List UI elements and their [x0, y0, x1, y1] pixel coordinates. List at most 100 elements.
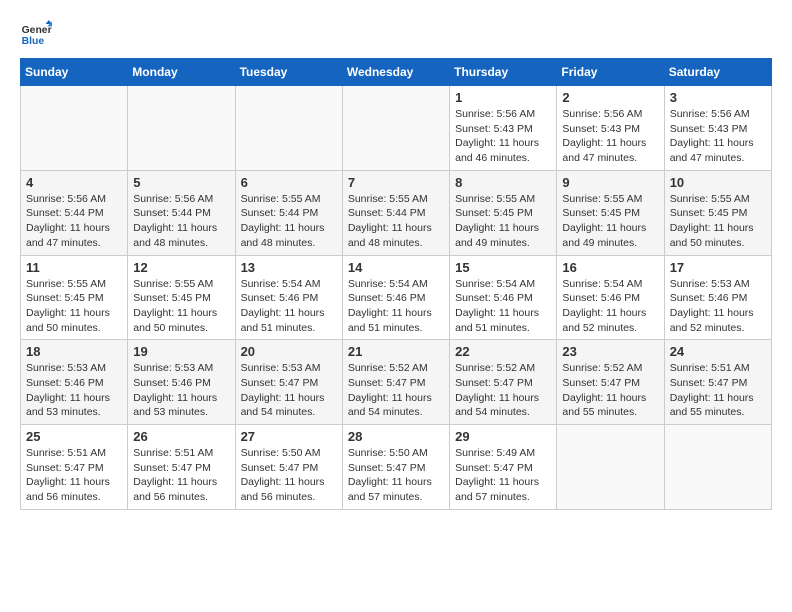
calendar-week-row: 11 Sunrise: 5:55 AMSunset: 5:45 PMDayligh… [21, 255, 772, 340]
day-number: 22 [455, 344, 551, 359]
calendar-cell: 17 Sunrise: 5:53 AMSunset: 5:46 PMDayligh… [664, 255, 771, 340]
calendar-week-row: 18 Sunrise: 5:53 AMSunset: 5:46 PMDayligh… [21, 340, 772, 425]
day-header-thursday: Thursday [450, 59, 557, 86]
calendar-cell: 29Sunrise: 5:49 AMSunset: 5:47 PMDayligh… [450, 425, 557, 510]
day-header-saturday: Saturday [664, 59, 771, 86]
day-number: 11 [26, 260, 122, 275]
calendar-cell: 23 Sunrise: 5:52 AMSunset: 5:47 PMDayligh… [557, 340, 664, 425]
calendar-cell: 25 Sunrise: 5:51 AMSunset: 5:47 PMDayligh… [21, 425, 128, 510]
day-number: 13 [241, 260, 337, 275]
day-info: Sunrise: 5:55 AMSunset: 5:45 PMDaylight:… [455, 192, 551, 251]
day-number: 6 [241, 175, 337, 190]
svg-text:Blue: Blue [22, 36, 45, 47]
day-info: Sunrise: 5:54 AMSunset: 5:46 PMDaylight:… [562, 277, 658, 336]
day-info: Sunrise: 5:52 AMSunset: 5:47 PMDaylight:… [348, 361, 444, 420]
calendar-cell [21, 86, 128, 171]
day-info: Sunrise: 5:49 AMSunset: 5:47 PMDaylight:… [455, 446, 551, 505]
day-info: Sunrise: 5:55 AMSunset: 5:45 PMDaylight:… [133, 277, 229, 336]
svg-text:General: General [22, 25, 52, 36]
day-info: Sunrise: 5:53 AMSunset: 5:46 PMDaylight:… [670, 277, 766, 336]
calendar-week-row: 25 Sunrise: 5:51 AMSunset: 5:47 PMDayligh… [21, 425, 772, 510]
calendar-cell: 9 Sunrise: 5:55 AMSunset: 5:45 PMDaylight… [557, 170, 664, 255]
day-info: Sunrise: 5:55 AMSunset: 5:45 PMDaylight:… [562, 192, 658, 251]
day-info: Sunrise: 5:51 AMSunset: 5:47 PMDaylight:… [26, 446, 122, 505]
day-info: Sunrise: 5:55 AMSunset: 5:44 PMDaylight:… [241, 192, 337, 251]
day-info: Sunrise: 5:52 AMSunset: 5:47 PMDaylight:… [562, 361, 658, 420]
day-info: Sunrise: 5:51 AMSunset: 5:47 PMDaylight:… [133, 446, 229, 505]
calendar-cell: 5 Sunrise: 5:56 AMSunset: 5:44 PMDaylight… [128, 170, 235, 255]
day-header-wednesday: Wednesday [342, 59, 449, 86]
calendar-cell: 10 Sunrise: 5:55 AMSunset: 5:45 PMDayligh… [664, 170, 771, 255]
day-number: 24 [670, 344, 766, 359]
day-info: Sunrise: 5:53 AMSunset: 5:46 PMDaylight:… [133, 361, 229, 420]
calendar-cell: 4 Sunrise: 5:56 AMSunset: 5:44 PMDaylight… [21, 170, 128, 255]
day-number: 16 [562, 260, 658, 275]
day-number: 12 [133, 260, 229, 275]
day-number: 3 [670, 90, 766, 105]
calendar-cell: 1Sunrise: 5:56 AMSunset: 5:43 PMDaylight… [450, 86, 557, 171]
calendar-cell: 15 Sunrise: 5:54 AMSunset: 5:46 PMDayligh… [450, 255, 557, 340]
day-info: Sunrise: 5:55 AMSunset: 5:45 PMDaylight:… [670, 192, 766, 251]
calendar-cell: 3 Sunrise: 5:56 AMSunset: 5:43 PMDaylight… [664, 86, 771, 171]
day-number: 9 [562, 175, 658, 190]
calendar-week-row: 4 Sunrise: 5:56 AMSunset: 5:44 PMDaylight… [21, 170, 772, 255]
calendar-cell: 7 Sunrise: 5:55 AMSunset: 5:44 PMDaylight… [342, 170, 449, 255]
day-number: 2 [562, 90, 658, 105]
day-number: 15 [455, 260, 551, 275]
calendar-cell: 11Sunrise: 5:55 AMSunset: 5:45 PMDayligh… [21, 255, 128, 340]
day-number: 27 [241, 429, 337, 444]
day-info: Sunrise: 5:53 AMSunset: 5:47 PMDaylight:… [241, 361, 337, 420]
day-number: 4 [26, 175, 122, 190]
calendar-cell: 28Sunrise: 5:50 AMSunset: 5:47 PMDayligh… [342, 425, 449, 510]
calendar-header-row: SundayMondayTuesdayWednesdayThursdayFrid… [21, 59, 772, 86]
calendar-cell [235, 86, 342, 171]
calendar-cell [557, 425, 664, 510]
day-number: 23 [562, 344, 658, 359]
calendar-cell: 24 Sunrise: 5:51 AMSunset: 5:47 PMDayligh… [664, 340, 771, 425]
day-number: 10 [670, 175, 766, 190]
day-info: Sunrise: 5:55 AMSunset: 5:44 PMDaylight:… [348, 192, 444, 251]
day-number: 28 [348, 429, 444, 444]
day-info: Sunrise: 5:54 AMSunset: 5:46 PMDaylight:… [241, 277, 337, 336]
day-info: Sunrise: 5:56 AMSunset: 5:44 PMDaylight:… [26, 192, 122, 251]
day-number: 25 [26, 429, 122, 444]
day-header-tuesday: Tuesday [235, 59, 342, 86]
day-number: 19 [133, 344, 229, 359]
calendar-cell: 8 Sunrise: 5:55 AMSunset: 5:45 PMDaylight… [450, 170, 557, 255]
day-number: 21 [348, 344, 444, 359]
calendar-cell: 20 Sunrise: 5:53 AMSunset: 5:47 PMDayligh… [235, 340, 342, 425]
day-number: 18 [26, 344, 122, 359]
day-info: Sunrise: 5:51 AMSunset: 5:47 PMDaylight:… [670, 361, 766, 420]
calendar-week-row: 1Sunrise: 5:56 AMSunset: 5:43 PMDaylight… [21, 86, 772, 171]
day-header-friday: Friday [557, 59, 664, 86]
calendar-cell: 19 Sunrise: 5:53 AMSunset: 5:46 PMDayligh… [128, 340, 235, 425]
day-info: Sunrise: 5:54 AMSunset: 5:46 PMDaylight:… [455, 277, 551, 336]
day-info: Sunrise: 5:56 AMSunset: 5:43 PMDaylight:… [670, 107, 766, 166]
calendar-cell: 27 Sunrise: 5:50 AMSunset: 5:47 PMDayligh… [235, 425, 342, 510]
logo: General Blue [20, 20, 52, 48]
calendar-cell [342, 86, 449, 171]
day-number: 26 [133, 429, 229, 444]
calendar-cell: 16 Sunrise: 5:54 AMSunset: 5:46 PMDayligh… [557, 255, 664, 340]
day-number: 5 [133, 175, 229, 190]
day-header-sunday: Sunday [21, 59, 128, 86]
day-number: 20 [241, 344, 337, 359]
calendar-cell: 14 Sunrise: 5:54 AMSunset: 5:46 PMDayligh… [342, 255, 449, 340]
calendar-cell [664, 425, 771, 510]
calendar-cell [128, 86, 235, 171]
calendar-cell: 2Sunrise: 5:56 AMSunset: 5:43 PMDaylight… [557, 86, 664, 171]
calendar-table: SundayMondayTuesdayWednesdayThursdayFrid… [20, 58, 772, 510]
calendar-cell: 22Sunrise: 5:52 AMSunset: 5:47 PMDayligh… [450, 340, 557, 425]
day-info: Sunrise: 5:56 AMSunset: 5:44 PMDaylight:… [133, 192, 229, 251]
day-info: Sunrise: 5:54 AMSunset: 5:46 PMDaylight:… [348, 277, 444, 336]
day-info: Sunrise: 5:53 AMSunset: 5:46 PMDaylight:… [26, 361, 122, 420]
day-header-monday: Monday [128, 59, 235, 86]
calendar-cell: 12 Sunrise: 5:55 AMSunset: 5:45 PMDayligh… [128, 255, 235, 340]
calendar-cell: 21 Sunrise: 5:52 AMSunset: 5:47 PMDayligh… [342, 340, 449, 425]
day-number: 7 [348, 175, 444, 190]
day-number: 14 [348, 260, 444, 275]
day-number: 17 [670, 260, 766, 275]
day-number: 8 [455, 175, 551, 190]
logo-icon: General Blue [20, 20, 52, 48]
day-info: Sunrise: 5:50 AMSunset: 5:47 PMDaylight:… [241, 446, 337, 505]
